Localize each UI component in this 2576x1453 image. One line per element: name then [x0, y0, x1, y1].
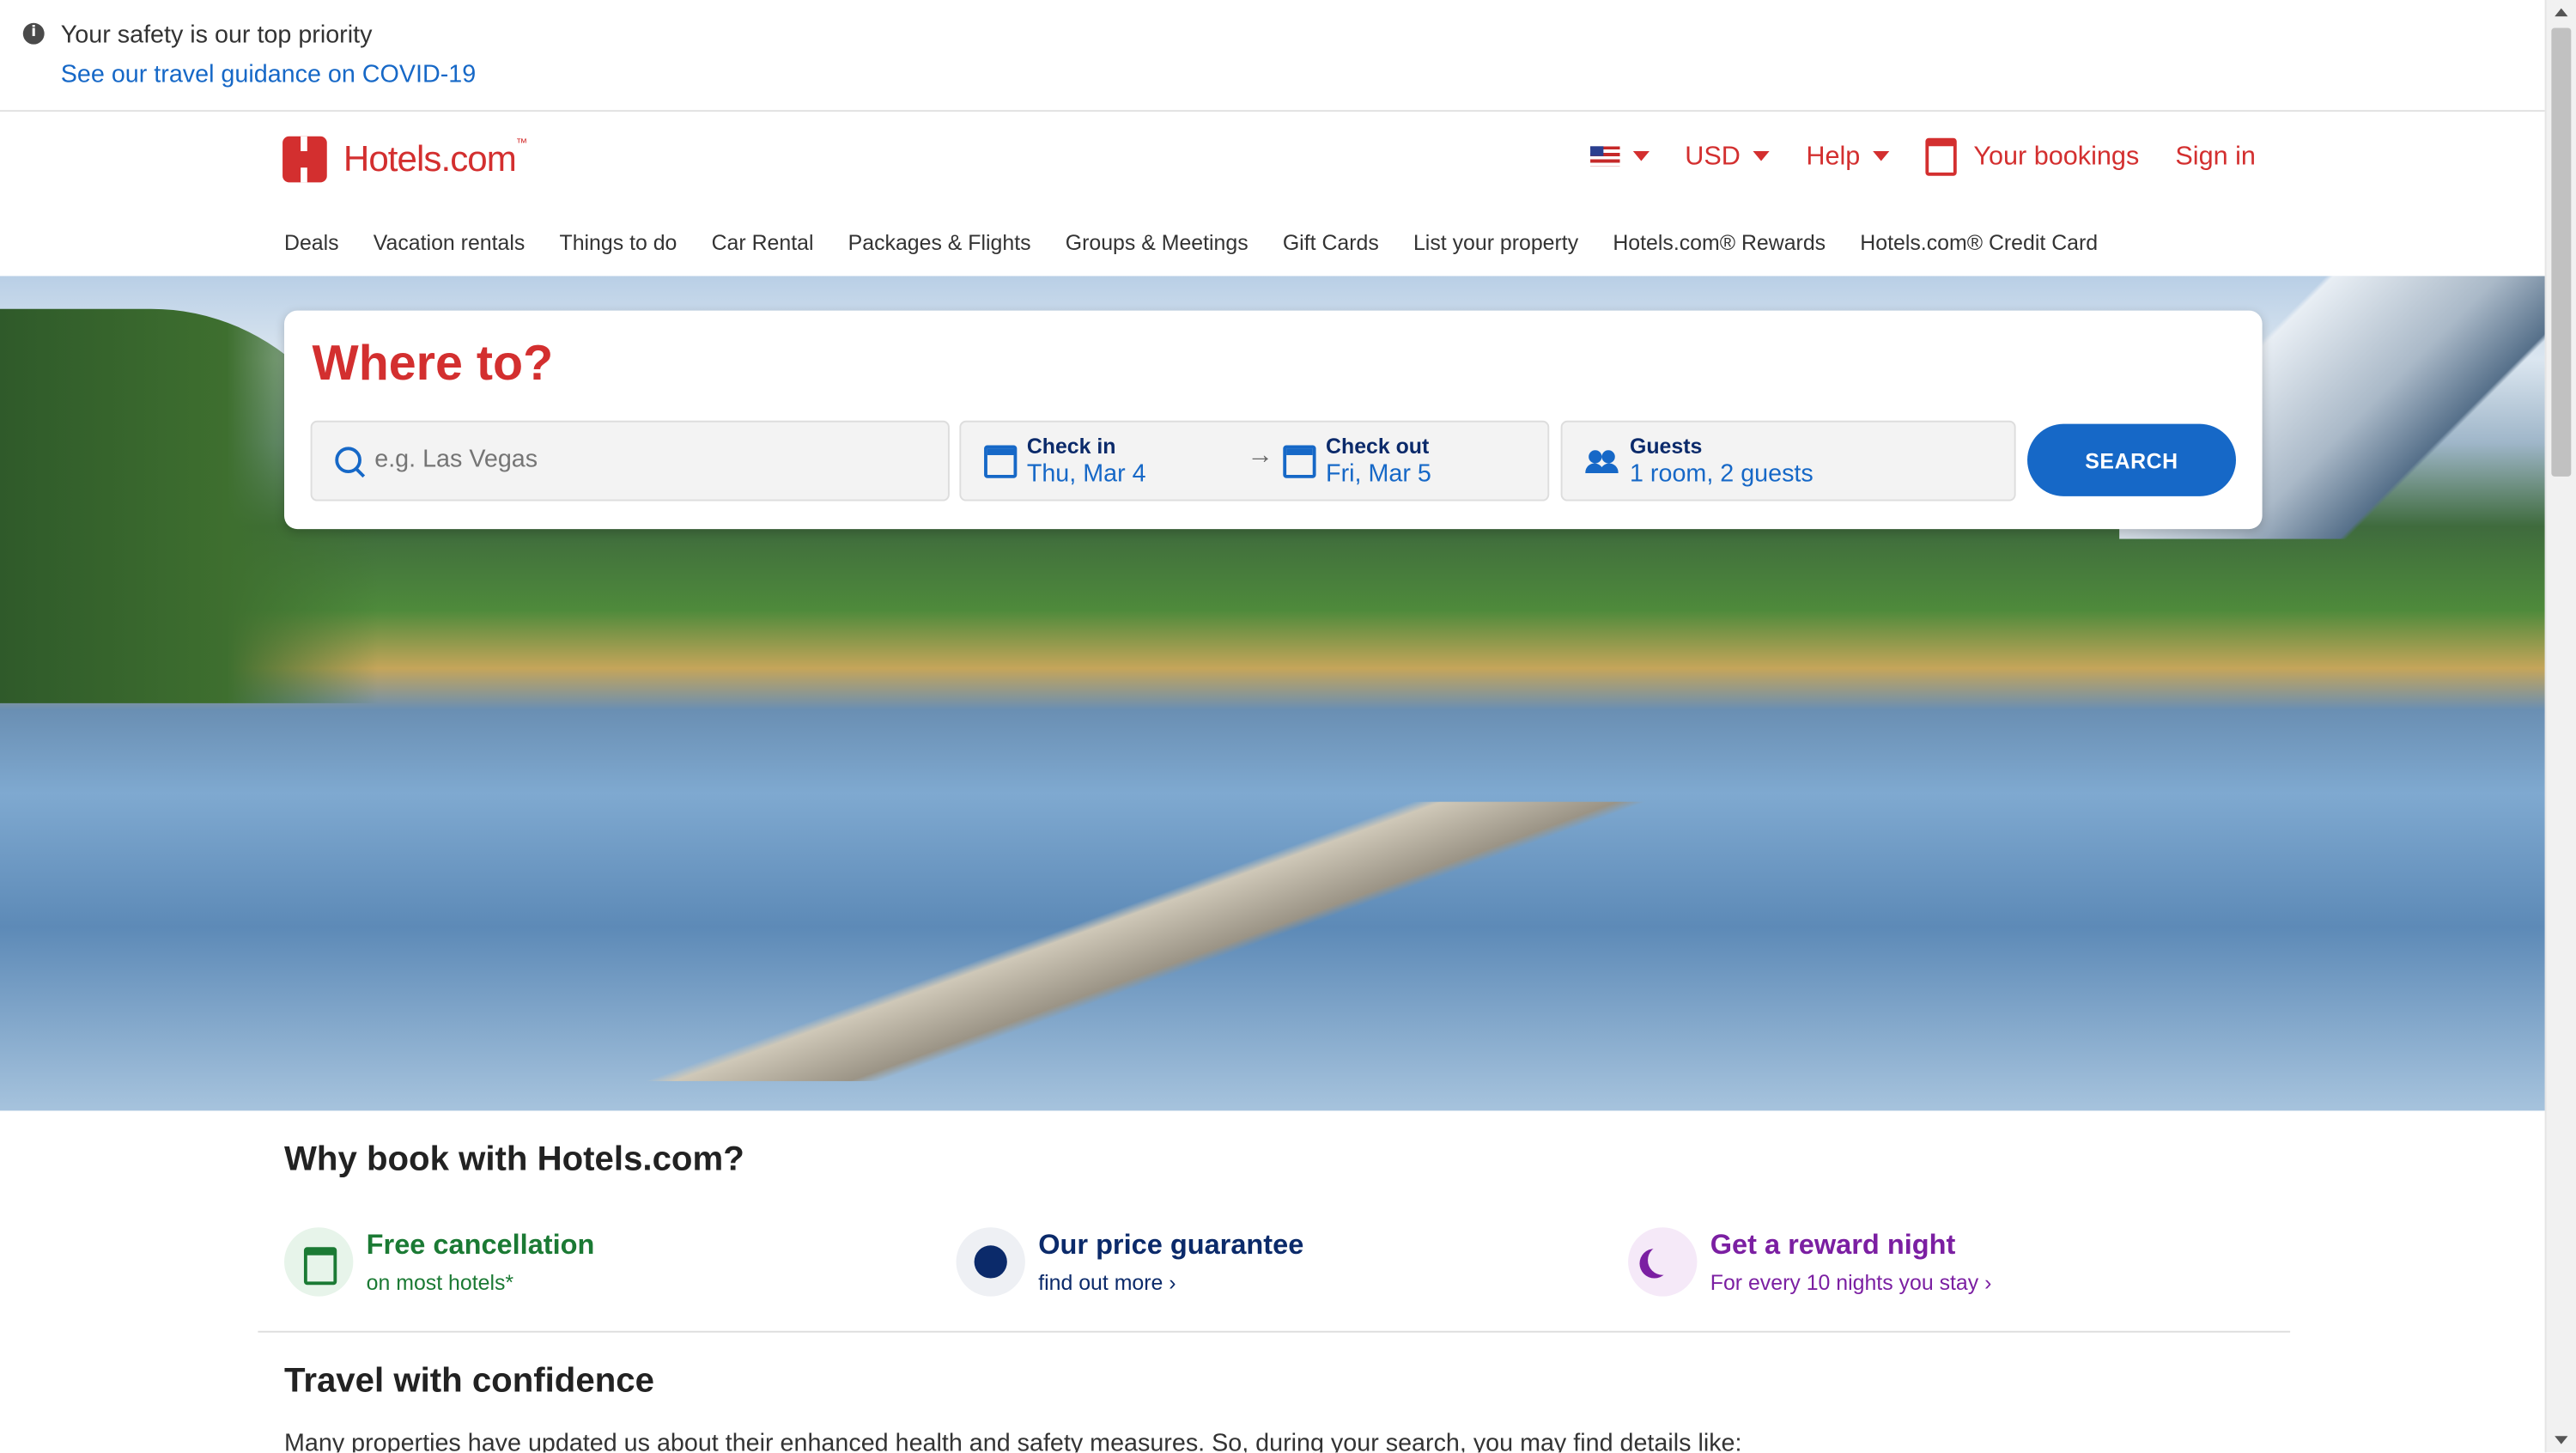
- page: i Your safety is our top priority See ou…: [0, 0, 2576, 1453]
- chevron-down-icon: [1631, 151, 1649, 162]
- feature-subtitle: on most hotels*: [366, 1269, 514, 1295]
- nav-item-credit-card[interactable]: Hotels.com® Credit Card: [1860, 230, 2098, 255]
- info-icon: i: [22, 22, 45, 45]
- header-actions: USD Help Your bookings Sign in: [1589, 137, 2256, 176]
- brand-name: Hotels.com™: [343, 137, 527, 179]
- dates-field: Check in Thu, Mar 4 → Check out Fri, Mar…: [959, 420, 1550, 502]
- calendar-icon: [1283, 445, 1316, 478]
- nav-item-gift-cards[interactable]: Gift Cards: [1283, 230, 1379, 255]
- locale-selector[interactable]: [1589, 143, 1649, 172]
- feature-free-cancellation: Free cancellation on most hotels*: [284, 1227, 595, 1297]
- scrollbar-thumb[interactable]: [2551, 27, 2572, 477]
- check-in-label: Check in: [1026, 434, 1116, 459]
- hotels-logo[interactable]: Hotels.com™: [283, 136, 527, 183]
- scroll-down-arrow-icon[interactable]: [2555, 1436, 2568, 1444]
- check-out-value: Fri, Mar 5: [1326, 459, 1431, 489]
- calendar-icon: [984, 445, 1018, 478]
- covid-title: Your safety is our top priority: [60, 21, 373, 50]
- feature-title: Our price guarantee: [1038, 1229, 1304, 1261]
- travel-confidence-heading: Travel with confidence: [284, 1362, 654, 1401]
- search-heading: Where to?: [312, 337, 554, 392]
- currency-selector[interactable]: USD: [1685, 143, 1771, 172]
- section-divider: [258, 1330, 2291, 1333]
- sign-in-link[interactable]: Sign in: [2175, 143, 2256, 172]
- reward-night-link[interactable]: For every 10 nights you stay ›: [1710, 1270, 1992, 1295]
- destination-input[interactable]: [371, 443, 920, 475]
- site-header: Hotels.com™ USD Help Your bookings Sign …: [0, 112, 2547, 277]
- why-book-heading: Why book with Hotels.com?: [284, 1140, 744, 1178]
- search-button[interactable]: SEARCH: [2027, 423, 2237, 496]
- check-out-field[interactable]: Check out Fri, Mar 5: [1261, 423, 1548, 500]
- check-out-label: Check out: [1326, 434, 1430, 459]
- nav-item-vacation-rentals[interactable]: Vacation rentals: [374, 230, 526, 255]
- hotels-logo-icon: [283, 136, 327, 183]
- scroll-up-arrow-icon[interactable]: [2555, 8, 2568, 17]
- guests-label: Guests: [1629, 434, 1703, 459]
- check-in-value: Thu, Mar 4: [1026, 459, 1146, 489]
- search-form: Where to? Check in Thu, Mar 4 → Check ou…: [284, 310, 2263, 530]
- guests-value: 1 room, 2 guests: [1629, 459, 1814, 489]
- main-nav: Deals Vacation rentals Things to do Car …: [284, 230, 2098, 255]
- guests-field[interactable]: Guests 1 room, 2 guests: [1560, 420, 2016, 502]
- nav-item-packages-flights[interactable]: Packages & Flights: [848, 230, 1031, 255]
- nav-item-rewards[interactable]: Hotels.com® Rewards: [1613, 230, 1826, 255]
- feature-price-guarantee[interactable]: Our price guarantee find out more ›: [956, 1227, 1304, 1297]
- chevron-down-icon: [1873, 151, 1890, 162]
- nav-item-list-property[interactable]: List your property: [1413, 230, 1578, 255]
- nav-item-things-to-do[interactable]: Things to do: [560, 230, 677, 255]
- feature-title: Get a reward night: [1710, 1229, 1956, 1261]
- chevron-down-icon: [1753, 151, 1771, 162]
- nav-item-deals[interactable]: Deals: [284, 230, 339, 255]
- find-out-more-link[interactable]: find out more ›: [1038, 1270, 1303, 1295]
- us-flag-icon: [1589, 146, 1619, 167]
- check-in-field[interactable]: Check in Thu, Mar 4: [961, 423, 1240, 500]
- covid-guidance-link[interactable]: See our travel guidance on COVID-19: [61, 61, 476, 89]
- calendar-icon: [1925, 137, 1958, 176]
- scrollbar[interactable]: [2544, 0, 2576, 1453]
- covid-banner: i Your safety is our top priority See ou…: [0, 0, 2547, 112]
- help-menu[interactable]: Help: [1806, 143, 1890, 172]
- search-icon: [335, 447, 361, 474]
- calendar-check-icon: [284, 1227, 354, 1297]
- nav-item-car-rental[interactable]: Car Rental: [712, 230, 814, 255]
- travel-confidence-text: Many properties have updated us about th…: [284, 1429, 1742, 1453]
- people-icon: [1585, 450, 1619, 474]
- feature-title: Free cancellation: [366, 1229, 595, 1261]
- your-bookings-link[interactable]: Your bookings: [1925, 137, 2139, 176]
- feature-reward-night[interactable]: Get a reward night For every 10 nights y…: [1628, 1227, 1992, 1297]
- moon-icon: [1628, 1227, 1698, 1297]
- nav-item-groups-meetings[interactable]: Groups & Meetings: [1066, 230, 1249, 255]
- destination-field[interactable]: [310, 420, 950, 502]
- verified-badge-icon: [956, 1227, 1025, 1297]
